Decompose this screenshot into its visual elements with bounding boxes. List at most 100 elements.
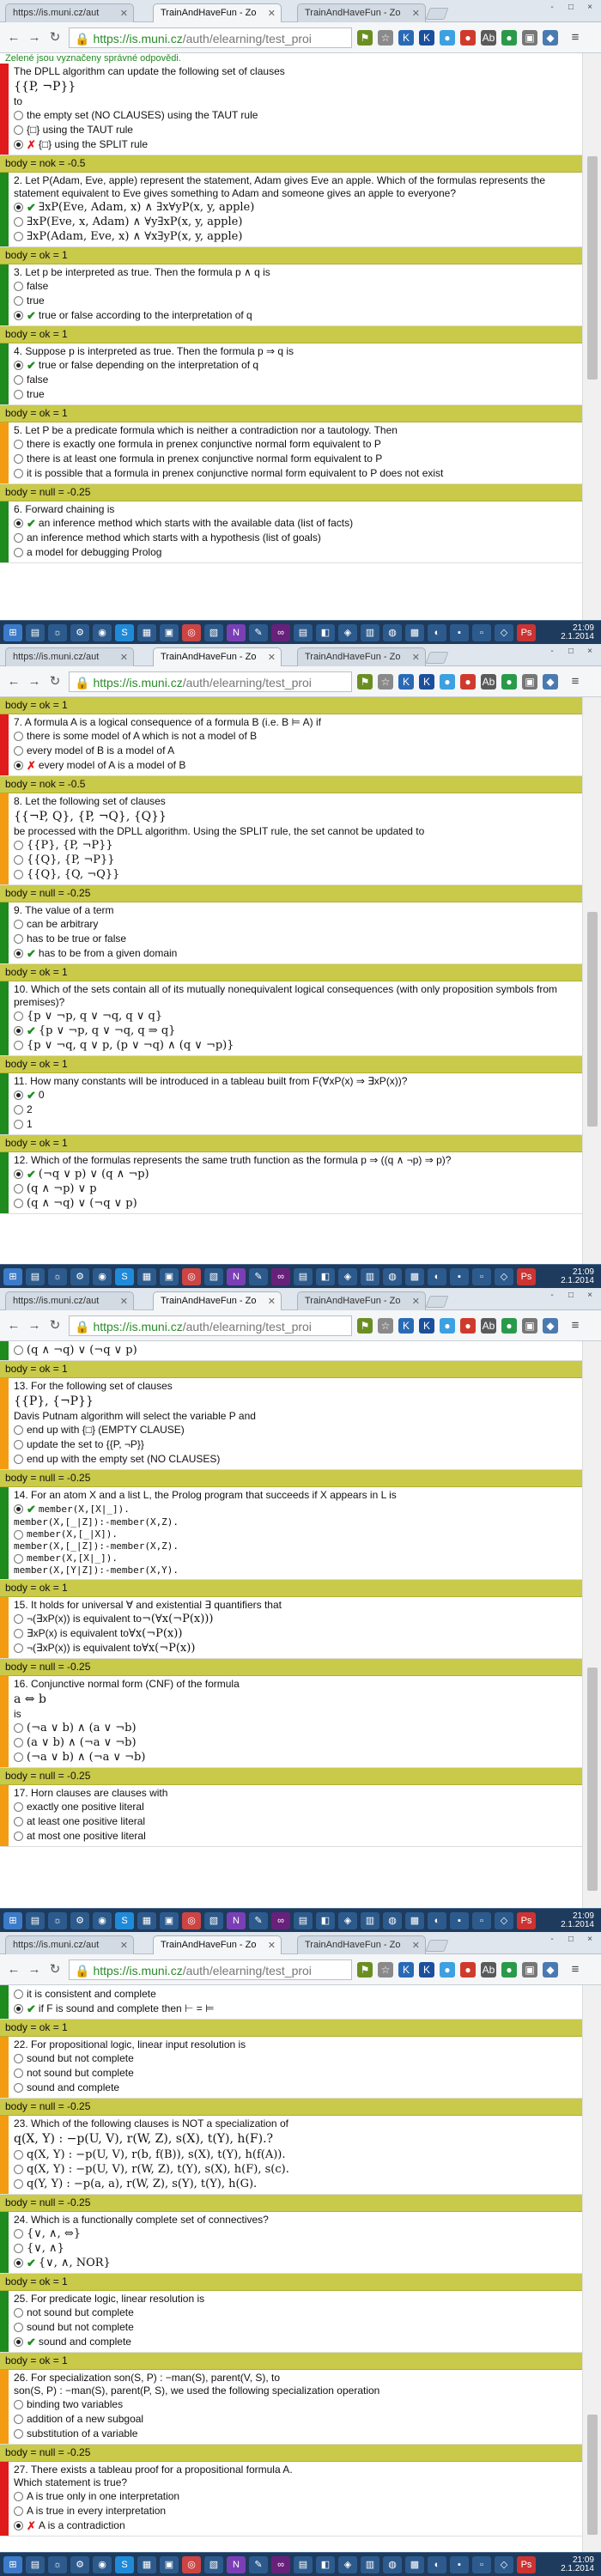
answer-option[interactable]: addition of a new subgoal: [14, 2412, 577, 2427]
extension-green-icon[interactable]: ●: [501, 674, 517, 690]
close-tab-icon[interactable]: ✕: [412, 8, 420, 19]
taskbar-app-icon[interactable]: ▩: [405, 624, 424, 641]
chrome-icon[interactable]: ◎: [182, 624, 201, 641]
taskbar-app-icon[interactable]: ▦: [137, 2556, 156, 2573]
answer-option[interactable]: false: [14, 279, 577, 294]
answer-option[interactable]: (¬a ∨ b) ∧ (a ∨ ¬b): [14, 1721, 577, 1735]
answer-option[interactable]: (a ∨ b) ∧ (¬a ∨ ¬b): [14, 1735, 577, 1750]
scrollbar-thumb[interactable]: [587, 1668, 598, 1891]
answer-option[interactable]: end up with the empty set (NO CLAUSES): [14, 1452, 577, 1467]
taskbar-app-icon[interactable]: ◉: [93, 2556, 112, 2573]
visual-studio-icon[interactable]: ∞: [271, 624, 290, 641]
answer-option[interactable]: binding two variables: [14, 2397, 577, 2412]
bookmark-star-icon[interactable]: ☆: [378, 674, 393, 690]
taskbar-app-icon[interactable]: ▩: [405, 1268, 424, 1285]
radio-button[interactable]: [14, 2004, 23, 2014]
taskbar-app-icon[interactable]: ⚙: [70, 1268, 89, 1285]
extension-k-icon[interactable]: K: [398, 1318, 414, 1334]
radio-button[interactable]: [14, 2083, 23, 2093]
taskbar-app-icon[interactable]: ▦: [137, 1268, 156, 1285]
radio-button[interactable]: [14, 361, 23, 370]
answer-option[interactable]: q(Y, Y) : −p(a, a), r(W, Z), s(Y), t(Y),…: [14, 2177, 577, 2191]
answer-option[interactable]: every model of B is a model of A: [14, 744, 577, 758]
answer-option[interactable]: end up with {□} (EMPTY CLAUSE): [14, 1423, 577, 1437]
start-icon[interactable]: ⊞: [3, 2556, 22, 2573]
radio-button[interactable]: [14, 533, 23, 543]
radio-button[interactable]: [14, 2308, 23, 2318]
radio-button[interactable]: [14, 1455, 23, 1464]
minimize-button[interactable]: -: [544, 3, 560, 13]
close-tab-icon[interactable]: ✕: [412, 1940, 420, 1951]
taskbar-app-icon[interactable]: ▤: [294, 1912, 313, 1929]
radio-button[interactable]: [14, 1120, 23, 1129]
radio-button[interactable]: [14, 454, 23, 464]
taskbar-app-icon[interactable]: ✎: [249, 624, 268, 641]
answer-option[interactable]: there is some model of A which is not a …: [14, 729, 577, 744]
taskbar-app-icon[interactable]: ☼: [48, 1268, 67, 1285]
radio-button[interactable]: [14, 1026, 23, 1036]
radio-button[interactable]: [14, 1643, 23, 1653]
extension-icon[interactable]: ◆: [543, 30, 558, 46]
skype-icon[interactable]: S: [115, 1912, 134, 1929]
answer-option[interactable]: ✔ {∨, ∧, NOR}: [14, 2256, 577, 2270]
extension-icon[interactable]: ⚑: [357, 1962, 373, 1978]
taskbar-app-icon[interactable]: ▣: [160, 2556, 179, 2573]
taskbar-app-icon[interactable]: ◈: [338, 624, 357, 641]
close-tab-icon[interactable]: ✕: [412, 1296, 420, 1307]
answer-option[interactable]: q(X, Y) : −p(U, V), r(b, f(B)), s(X), t(…: [14, 2148, 577, 2162]
answer-option[interactable]: ✔ 0: [14, 1088, 577, 1103]
scrollbar[interactable]: [582, 1341, 601, 1908]
taskbar-app-icon[interactable]: ◐: [428, 1912, 446, 1929]
taskbar-app-icon[interactable]: ▥: [361, 2556, 379, 2573]
taskbar-app-icon[interactable]: ◧: [316, 2556, 335, 2573]
radio-button[interactable]: [14, 1041, 23, 1050]
taskbar-app-icon[interactable]: ◉: [93, 1912, 112, 1929]
browser-tab[interactable]: TrainAndHaveFun - Zo ✕: [297, 647, 426, 666]
taskbar-app-icon[interactable]: ◍: [383, 2556, 402, 2573]
taskbar-app-icon[interactable]: ☼: [48, 624, 67, 641]
taskbar-app-icon[interactable]: ◈: [338, 2556, 357, 2573]
radio-button[interactable]: [14, 746, 23, 756]
answer-option[interactable]: ✗ A is a contradiction: [14, 2518, 577, 2533]
tray-icon[interactable]: Ps: [517, 1268, 536, 1285]
answer-option[interactable]: ✔ sound and complete: [14, 2335, 577, 2349]
taskbar-app-icon[interactable]: ▪: [450, 2556, 469, 2573]
radio-button[interactable]: [14, 125, 23, 135]
taskbar-app-icon[interactable]: ▣: [160, 1268, 179, 1285]
answer-option[interactable]: {□} using the TAUT rule: [14, 123, 577, 137]
taskbar-app-icon[interactable]: ◇: [495, 2556, 513, 2573]
reload-icon[interactable]: ↻: [46, 673, 64, 690]
radio-button[interactable]: [14, 934, 23, 944]
radio-button[interactable]: [14, 1012, 23, 1021]
forward-icon[interactable]: →: [26, 673, 43, 690]
reload-icon[interactable]: ↻: [46, 29, 64, 46]
radio-button[interactable]: [14, 232, 23, 241]
address-bar[interactable]: 🔒 https://is.muni.cz/auth/elearning/test_…: [69, 1315, 352, 1336]
answer-option[interactable]: ✔ member(X,[X|_]).: [14, 1502, 577, 1516]
menu-icon[interactable]: ≡: [567, 29, 584, 46]
taskbar-app-icon[interactable]: ◇: [495, 624, 513, 641]
answer-option[interactable]: 1: [14, 1117, 577, 1132]
maximize-button[interactable]: □: [563, 1935, 579, 1945]
close-tab-icon[interactable]: ✕: [120, 652, 128, 663]
answer-option[interactable]: q(X, Y) : −p(U, V), r(W, Z), t(Y), s(X),…: [14, 2162, 577, 2177]
taskbar-app-icon[interactable]: ◍: [383, 1268, 402, 1285]
close-tab-icon[interactable]: ✕: [120, 8, 128, 19]
answer-option[interactable]: ✔ true or false depending on the interpre…: [14, 358, 577, 373]
radio-button[interactable]: [14, 920, 23, 929]
radio-button[interactable]: [14, 841, 23, 850]
radio-button[interactable]: [14, 1817, 23, 1826]
radio-button[interactable]: [14, 2054, 23, 2063]
radio-button[interactable]: [14, 296, 23, 306]
close-window-button[interactable]: ×: [582, 1291, 598, 1301]
answer-option[interactable]: (q ∧ ¬p) ∨ p: [14, 1182, 577, 1196]
taskbar-app-icon[interactable]: ⚙: [70, 624, 89, 641]
maximize-button[interactable]: □: [563, 1291, 579, 1301]
radio-button[interactable]: [14, 311, 23, 320]
taskbar-app-icon[interactable]: ▪: [450, 1268, 469, 1285]
back-icon[interactable]: ←: [5, 29, 22, 46]
scrollbar-thumb[interactable]: [587, 912, 598, 1127]
taskbar-app-icon[interactable]: ⚙: [70, 1912, 89, 1929]
taskbar-app-icon[interactable]: ▣: [160, 1912, 179, 1929]
extension-blue-icon[interactable]: ●: [440, 674, 455, 690]
